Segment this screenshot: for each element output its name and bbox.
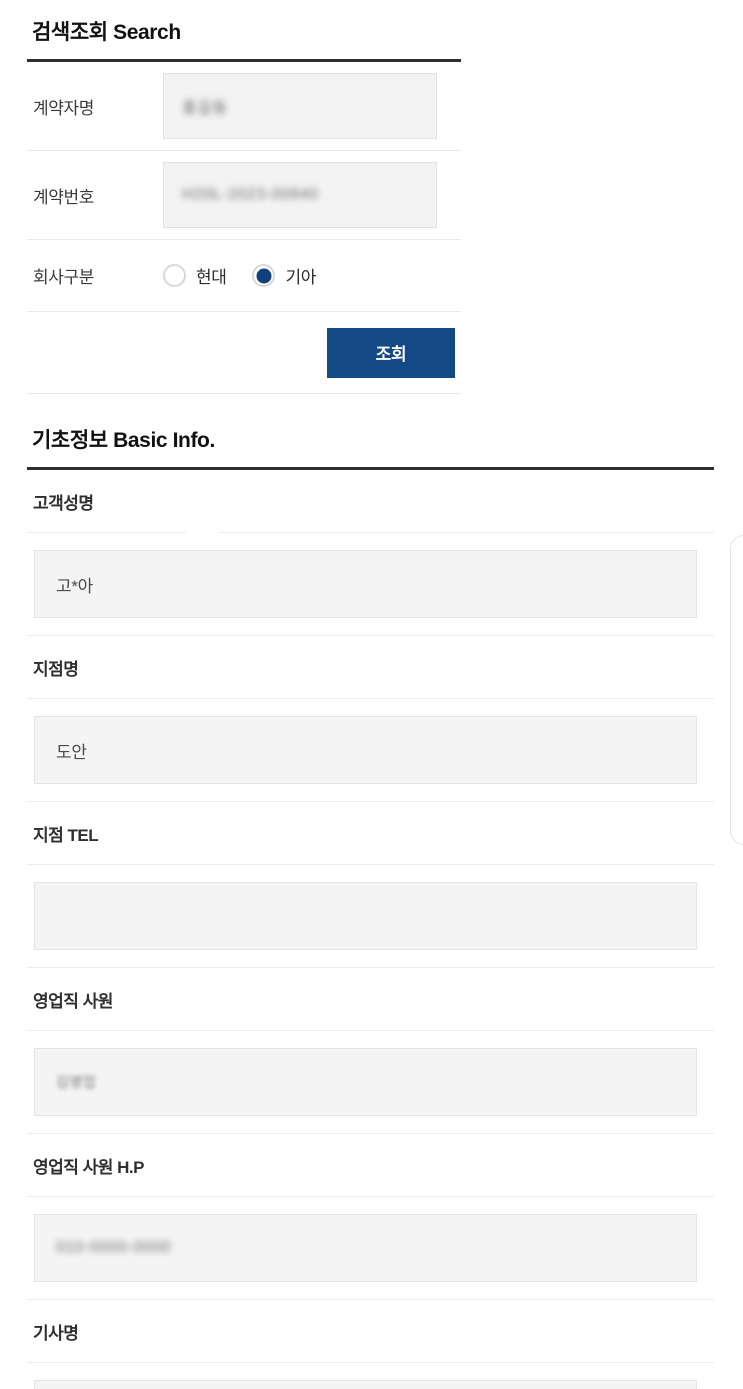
basic-info-value-wrap-branch-name: 도안 — [27, 699, 714, 801]
basic-info-label-branch-name: 지점명 — [27, 636, 714, 699]
branch-name-value: 도안 — [56, 742, 87, 762]
search-row-company-type: 회사구분 현대 기아 — [27, 240, 461, 312]
basic-info-value-wrap-branch-tel — [27, 865, 714, 967]
contract-number-value: H20L-2023-00840 — [182, 186, 319, 203]
basic-info-group-branch-tel: 지점 TEL — [27, 802, 714, 968]
basic-info-value-wrap-sales-staff-phone: 010-0000-0000 — [27, 1197, 714, 1299]
contractor-name-value: 홍길동 — [182, 100, 228, 117]
basic-info-group-sales-staff: 영업직 사원 김영업 — [27, 968, 714, 1134]
search-form: 계약자명 홍길동 계약번호 H20L-2023-00840 회사구분 현대 기아… — [27, 62, 461, 394]
basic-info-value-wrap-driver-name: 박기사 — [27, 1363, 714, 1389]
search-section: 검색조회 Search 계약자명 홍길동 계약번호 H20L-2023-0084… — [27, 16, 461, 394]
search-label-contract-number: 계약번호 — [33, 187, 94, 207]
sales-staff-input[interactable]: 김영업 — [34, 1048, 697, 1116]
driver-name-input[interactable]: 박기사 — [34, 1380, 697, 1389]
branch-name-input[interactable]: 도안 — [34, 716, 697, 784]
basic-info-label-sales-staff: 영업직 사원 — [27, 968, 714, 1031]
search-field-company-type: 현대 기아 — [163, 263, 461, 288]
basic-info-group-driver-name: 기사명 박기사 — [27, 1300, 714, 1389]
basic-info-label-driver-name: 기사명 — [27, 1300, 714, 1363]
page-root: 검색조회 Search 계약자명 홍길동 계약번호 H20L-2023-0084… — [0, 0, 743, 1389]
search-label-contractor-name: 계약자명 — [33, 98, 94, 118]
search-row-contract-number: 계약번호 H20L-2023-00840 — [27, 151, 461, 240]
search-section-title: 검색조회 Search — [32, 21, 181, 44]
radio-checked-icon[interactable] — [252, 264, 276, 287]
basic-info-group-sales-staff-phone: 영업직 사원 H.P 010-0000-0000 — [27, 1134, 714, 1300]
basic-info-group-customer-name: 고객성명 고*아 — [27, 470, 714, 636]
basic-info-section: 기초정보 Basic Info. 고객성명 고*아 지점명 도안 지점 TEL — [27, 424, 714, 1389]
contractor-name-input[interactable]: 홍길동 — [163, 73, 437, 139]
basic-info-label-customer-name: 고객성명 — [27, 470, 714, 533]
search-row-contractor-name: 계약자명 홍길동 — [27, 62, 461, 151]
search-label-company-type: 회사구분 — [33, 268, 94, 287]
offscreen-side-panel — [730, 535, 743, 845]
radio-unchecked-icon[interactable] — [163, 264, 186, 287]
sales-staff-value: 김영업 — [56, 1074, 97, 1090]
search-submit-button[interactable]: 조회 — [327, 327, 455, 378]
customer-name-input[interactable]: 고*아 — [34, 550, 697, 618]
sales-staff-phone-value: 010-0000-0000 — [56, 1239, 172, 1256]
radio-label-hyundai: 현대 — [196, 268, 227, 287]
basic-info-label-branch-tel: 지점 TEL — [27, 802, 714, 865]
basic-info-value-wrap-sales-staff: 김영업 — [27, 1031, 714, 1133]
customer-name-value: 고*아 — [56, 576, 93, 596]
basic-info-label-sales-staff-phone: 영업직 사원 H.P — [27, 1134, 714, 1197]
contract-number-input[interactable]: H20L-2023-00840 — [163, 162, 437, 228]
branch-tel-input[interactable] — [34, 882, 697, 950]
search-submit-cell: 조회 — [27, 327, 461, 378]
radio-label-kia: 기아 — [285, 268, 316, 287]
search-field-contractor-name: 홍길동 — [163, 73, 461, 139]
search-field-contract-number: H20L-2023-00840 — [163, 162, 461, 228]
basic-info-value-wrap-customer-name: 고*아 — [27, 533, 714, 635]
sales-staff-phone-input[interactable]: 010-0000-0000 — [34, 1214, 697, 1282]
radio-option-hyundai[interactable]: 현대 — [163, 263, 227, 288]
basic-info-section-title: 기초정보 Basic Info. — [32, 429, 215, 452]
basic-info-group-branch-name: 지점명 도안 — [27, 636, 714, 802]
company-type-radio-group: 현대 기아 — [163, 263, 461, 288]
radio-option-kia[interactable]: 기아 — [252, 263, 316, 288]
search-row-submit: 조회 — [27, 312, 461, 394]
